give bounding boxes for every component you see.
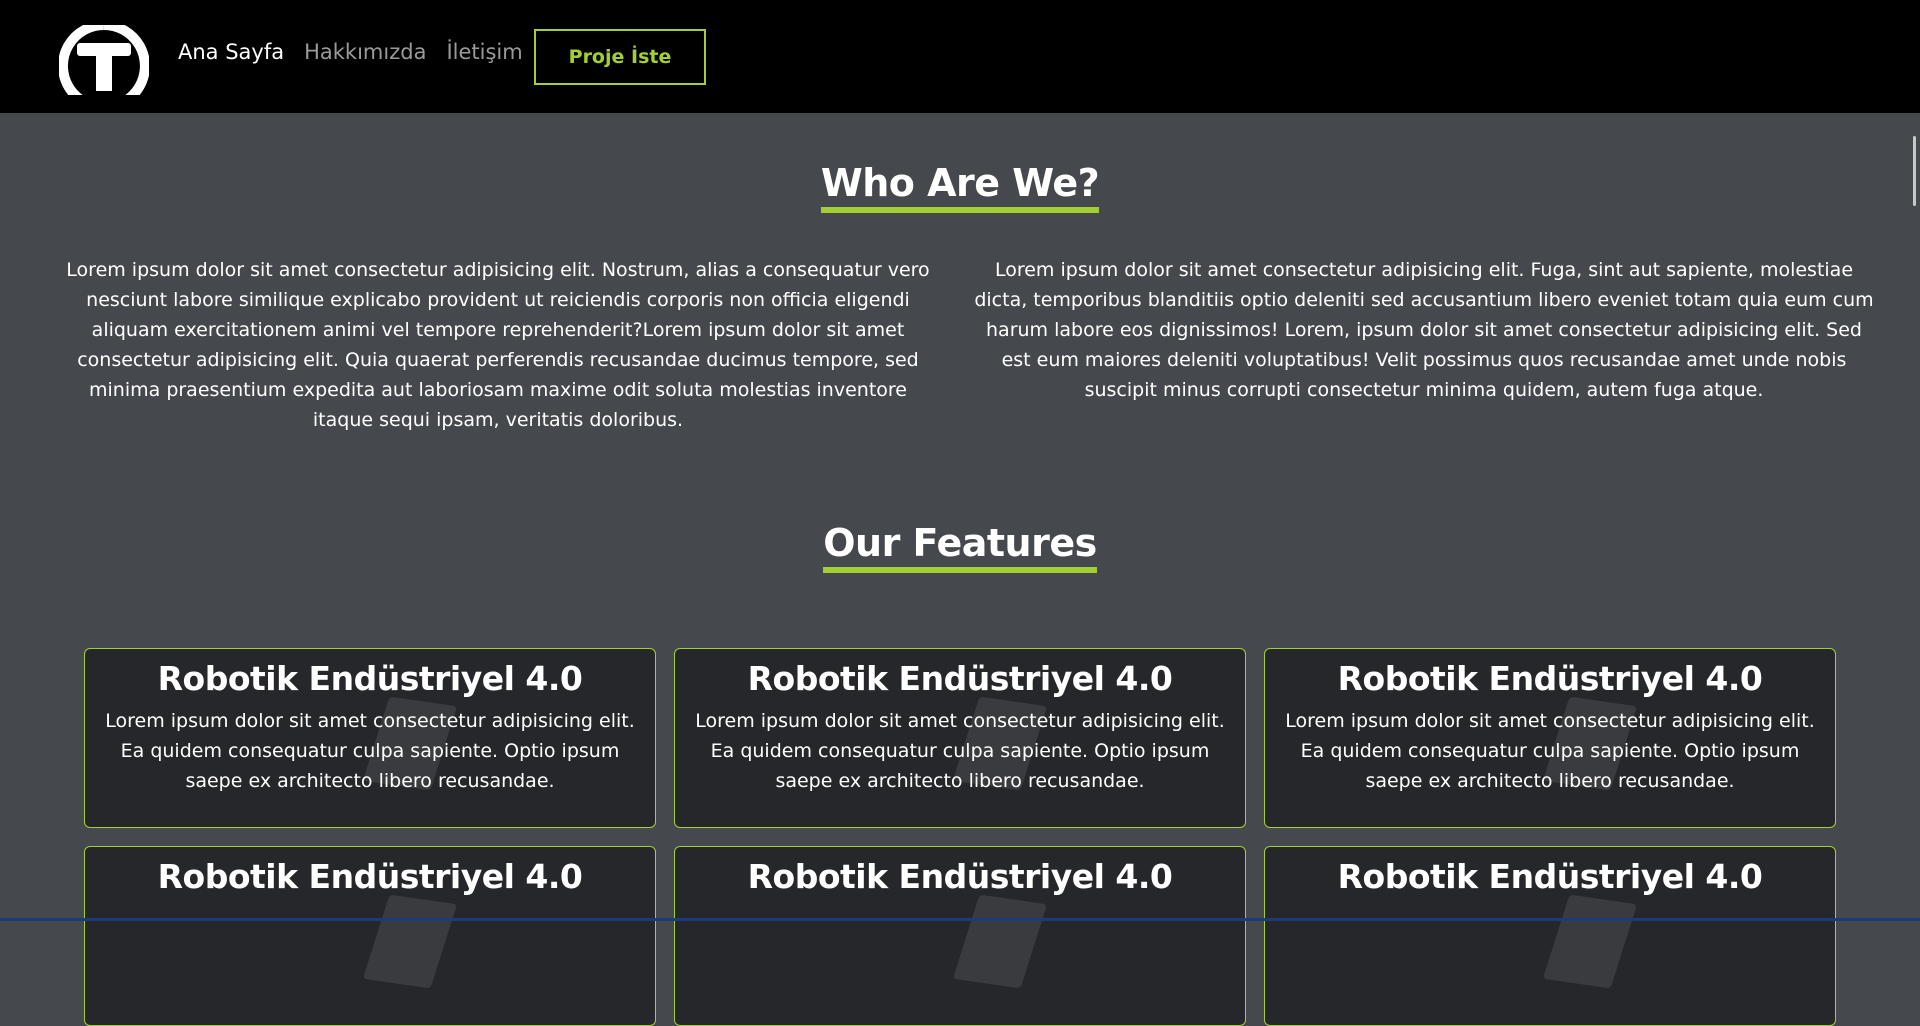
feature-cards-grid: Robotik Endüstriyel 4.0 Lorem ipsum dolo… — [84, 648, 1836, 1026]
feature-card-title: Robotik Endüstriyel 4.0 — [1337, 857, 1763, 896]
feature-card-title: Robotik Endüstriyel 4.0 — [157, 857, 583, 896]
feature-card-text: Lorem ipsum dolor sit amet consectetur a… — [105, 710, 635, 792]
site-header: Ana Sayfa Hakkımızda İletişim Proje İste — [0, 0, 1920, 113]
feature-card: Robotik Endüstriyel 4.0 — [84, 846, 656, 1026]
about-title: Who Are We? — [820, 161, 1100, 213]
card-background-image — [362, 894, 458, 989]
about-right-text: Lorem ipsum dolor sit amet consectetur a… — [974, 259, 1874, 401]
main-content: Who Are We? Lorem ipsum dolor sit amet c… — [0, 113, 1920, 1026]
card-background-image — [1542, 894, 1638, 989]
feature-card: Robotik Endüstriyel 4.0 — [1264, 846, 1836, 1026]
feature-card-title: Robotik Endüstriyel 4.0 — [747, 659, 1173, 698]
request-project-button[interactable]: Proje İste — [534, 29, 706, 85]
main-nav: Ana Sayfa Hakkımızda İletişim — [178, 40, 523, 64]
feature-card-text: Lorem ipsum dolor sit amet consectetur a… — [695, 710, 1225, 792]
nav-link-hakkimizda[interactable]: Hakkımızda — [304, 40, 426, 64]
feature-card-text: Lorem ipsum dolor sit amet consectetur a… — [1285, 710, 1815, 792]
nav-link-ana-sayfa[interactable]: Ana Sayfa — [178, 40, 284, 64]
feature-card-title: Robotik Endüstriyel 4.0 — [747, 857, 1173, 896]
feature-card: Robotik Endüstriyel 4.0 Lorem ipsum dolo… — [1264, 648, 1836, 828]
features-title: Our Features — [823, 521, 1097, 573]
card-background-image — [952, 894, 1048, 989]
feature-card-title: Robotik Endüstriyel 4.0 — [1337, 659, 1763, 698]
page-scrollbar[interactable] — [1913, 136, 1916, 206]
about-left-text: Lorem ipsum dolor sit amet consectetur a… — [66, 259, 930, 431]
features-title-wrap: Our Features — [0, 521, 1920, 573]
about-title-wrap: Who Are We? — [0, 161, 1920, 213]
feature-card: Robotik Endüstriyel 4.0 — [674, 846, 1246, 1026]
nav-link-iletisim[interactable]: İletişim — [446, 40, 522, 64]
feature-card: Robotik Endüstriyel 4.0 Lorem ipsum dolo… — [674, 648, 1246, 828]
feature-card: Robotik Endüstriyel 4.0 Lorem ipsum dolo… — [84, 648, 656, 828]
feature-card-title: Robotik Endüstriyel 4.0 — [157, 659, 583, 698]
t-circle-logo-icon[interactable] — [59, 21, 149, 95]
